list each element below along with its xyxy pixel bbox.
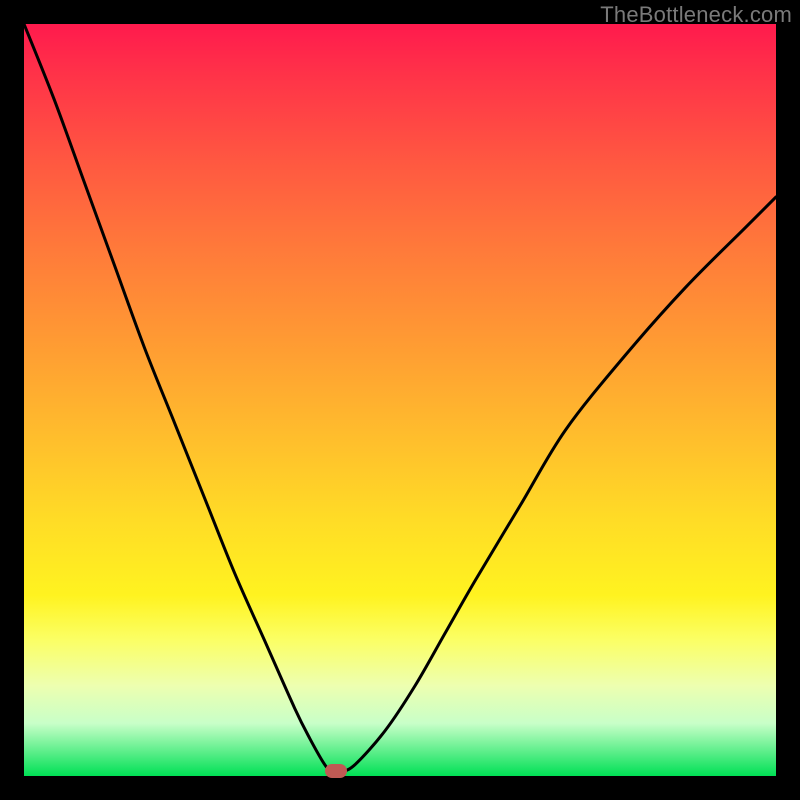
curve-svg [24,24,776,776]
optimum-marker [325,764,347,778]
bottleneck-curve [24,24,776,773]
plot-area [24,24,776,776]
chart-frame: TheBottleneck.com [0,0,800,800]
